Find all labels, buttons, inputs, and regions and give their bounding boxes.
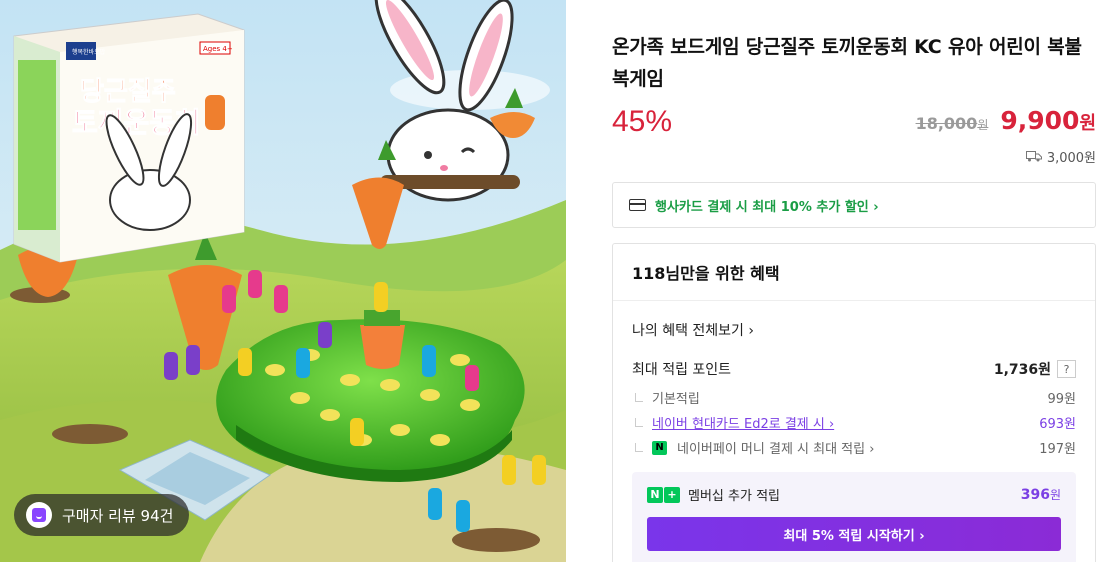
- npay-icon: N: [652, 440, 667, 455]
- membership-row: N + 멤버십 추가 적립 396원: [647, 485, 1061, 504]
- membership-start-button[interactable]: 최대 5% 적립 시작하기 ›: [647, 517, 1061, 551]
- shipping-fee: 3,000원: [1025, 147, 1096, 166]
- shipping-fee-value: 3,000원: [1046, 151, 1096, 166]
- original-price: 18,000원: [915, 114, 989, 133]
- basic-points-row: 기본적립 99원: [635, 388, 1076, 407]
- naver-plus-icon: N +: [647, 486, 680, 503]
- discount-rate: 45%: [612, 105, 673, 138]
- product-title: 온가족 보드게임 당근질주 토끼운동회 KC 유아 어린이 복불복게임: [612, 36, 1082, 90]
- benefit-panel: 118님만을 위한 혜택 나의 혜택 전체보기 › 최대 적립 포인트 1,73…: [612, 243, 1096, 562]
- hyundai-card-points-row: 네이버 현대카드 Ed2로 결제 시 › 693원: [635, 413, 1076, 432]
- truck-icon: [1025, 151, 1042, 162]
- game-box: 행복한바오밥 Ages 4+ 당근질주 토끼운동회: [13, 13, 245, 263]
- basic-points-value: 99원: [1047, 392, 1076, 407]
- hyundai-card-link[interactable]: 네이버 현대카드 Ed2로 결제 시 ›: [652, 413, 834, 432]
- npay-money-link[interactable]: 네이버페이 머니 결제 시 최대 적립 ›: [677, 438, 874, 457]
- box-brand: 행복한바오밥: [72, 48, 106, 56]
- hyundai-card-points-value: 693원: [1039, 417, 1076, 432]
- card-discount-banner[interactable]: 행사카드 결제 시 최대 10% 추가 할인 ›: [612, 182, 1096, 228]
- credit-card-icon: [629, 199, 646, 211]
- my-benefit-link[interactable]: 나의 혜택 전체보기 ›: [632, 320, 754, 340]
- card-discount-text: 행사카드 결제 시 최대 10% 추가 할인 ›: [655, 199, 879, 215]
- max-points-value: 1,736원: [993, 362, 1051, 378]
- review-icon: [26, 502, 52, 528]
- membership-value: 396원: [1020, 487, 1061, 503]
- membership-label: 멤버십 추가 적립: [688, 489, 780, 504]
- buyer-review-button[interactable]: 구매자 리뷰 94건: [14, 494, 190, 536]
- review-count-label: 구매자 리뷰 94건: [62, 506, 174, 525]
- npay-points-row: N 네이버페이 머니 결제 시 최대 적립 › 197원: [635, 438, 1076, 457]
- npay-points-value: 197원: [1039, 442, 1076, 457]
- box-age: Ages 4+: [203, 45, 233, 53]
- benefit-header: 118님만을 위한 혜택: [613, 244, 1095, 301]
- help-icon[interactable]: ?: [1057, 360, 1076, 378]
- product-image[interactable]: 행복한바오밥 Ages 4+ 당근질주 토끼운동회 구매자 리뷰 94건: [0, 0, 566, 562]
- basic-points-label: 기본적립: [652, 392, 700, 407]
- max-points-label: 최대 적립 포인트: [632, 362, 732, 378]
- max-points-row: 최대 적립 포인트 1,736원 ?: [632, 359, 1076, 379]
- box-title-1: 당근질주: [80, 77, 176, 107]
- product-illustration: 행복한바오밥 Ages 4+ 당근질주 토끼운동회: [0, 0, 566, 562]
- price-row: 18,000원 9,900원: [916, 106, 1096, 135]
- membership-box: N + 멤버십 추가 적립 396원 최대 5% 적립 시작하기 ›: [632, 472, 1076, 562]
- sale-price: 9,900원: [1000, 106, 1096, 135]
